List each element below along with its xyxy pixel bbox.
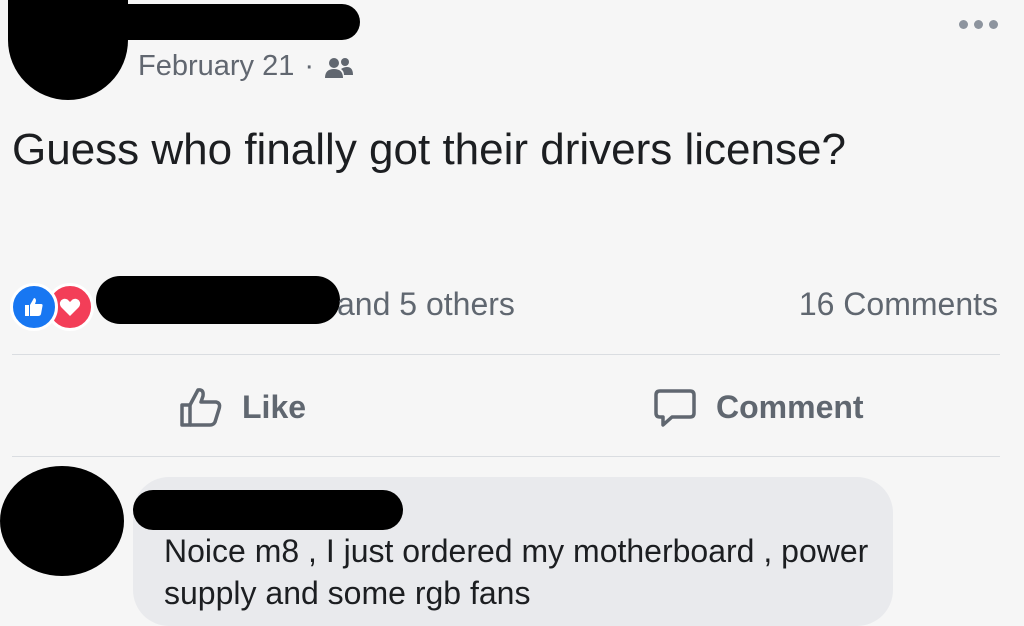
author-name-redacted[interactable] (60, 4, 360, 40)
comment-button-label: Comment (716, 388, 864, 425)
friends-icon[interactable] (324, 55, 354, 79)
like-button[interactable]: Like (178, 385, 306, 429)
reaction-names-redacted[interactable] (96, 276, 340, 324)
reaction-names-suffix[interactable]: and 5 others (337, 286, 515, 323)
comment-text: Noice m8 , I just ordered my motherboard… (164, 533, 869, 611)
more-options-icon[interactable] (959, 20, 998, 29)
commenter-name-redacted[interactable] (133, 490, 403, 530)
like-reaction-icon[interactable] (10, 283, 58, 331)
comment-button[interactable]: Comment (652, 385, 864, 429)
speech-bubble-icon (652, 385, 698, 429)
thumbs-up-icon (178, 385, 224, 429)
commenter-avatar-redacted[interactable] (0, 466, 124, 576)
divider-bottom (12, 456, 1000, 457)
divider-top (12, 354, 1000, 355)
post-meta: February 21 · (138, 50, 354, 83)
like-button-label: Like (242, 388, 307, 425)
post-date[interactable]: February 21 (138, 50, 294, 83)
comments-count[interactable]: 16 Comments (799, 286, 998, 323)
meta-separator: · (304, 50, 315, 82)
post-text: Guess who finally got their drivers lice… (12, 125, 846, 174)
